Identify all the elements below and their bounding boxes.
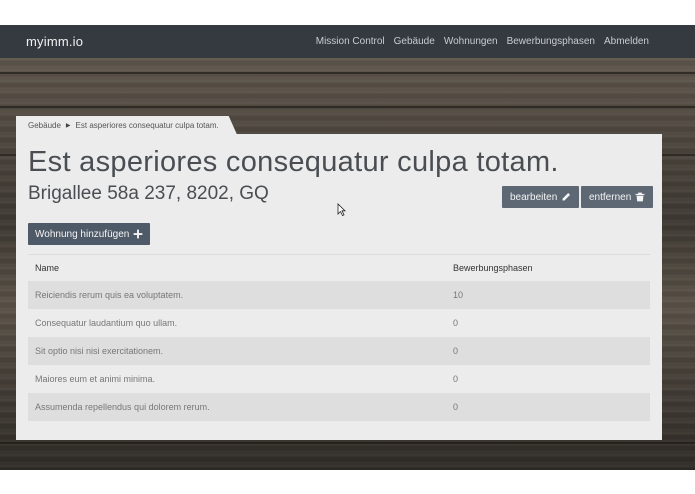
table-row[interactable]: Reiciendis rerum quis ea voluptatem. 10	[28, 281, 650, 309]
plank-seam	[0, 442, 695, 444]
plank-seam	[0, 72, 695, 74]
edit-button[interactable]: bearbeiten	[502, 186, 580, 208]
brand-logo[interactable]: myimm.io	[26, 34, 83, 49]
nav-links: Mission Control Gebäude Wohnungen Bewerb…	[316, 36, 649, 47]
nav-link-bewerbungsphasen[interactable]: Bewerbungsphasen	[507, 36, 595, 47]
apartment-name[interactable]: Maiores eum et animi minima.	[28, 374, 446, 384]
apartment-phase-count: 0	[453, 402, 459, 412]
nav-link-abmelden[interactable]: Abmelden	[604, 36, 649, 47]
trash-icon	[635, 192, 645, 202]
building-address: Brigallee 58a 237, 8202, GQ	[28, 183, 269, 204]
caret-right-icon: ▶	[65, 122, 71, 129]
table-row[interactable]: Assumenda repellendus qui dolorem rerum.…	[28, 393, 650, 421]
column-header-name[interactable]: Name	[28, 263, 446, 273]
plus-icon	[133, 229, 143, 239]
apartment-name[interactable]: Sit optio nisi nisi exercitationem.	[28, 346, 446, 356]
apartment-name[interactable]: Reiciendis rerum quis ea voluptatem.	[28, 290, 446, 300]
apartment-phase-count: 0	[453, 374, 459, 384]
pencil-icon	[562, 192, 571, 201]
remove-button-label: entfernen	[589, 191, 632, 203]
edit-button-label: bearbeiten	[510, 191, 558, 203]
nav-link-gebaeude[interactable]: Gebäude	[394, 36, 435, 47]
page-title: Est asperiores consequatur culpa totam.	[28, 146, 559, 178]
apartments-table: Name Bewerbungsphasen Reiciendis rerum q…	[28, 254, 650, 421]
breadcrumb: Gebäude ▶ Est asperiores consequatur cul…	[16, 116, 237, 134]
table-header: Name Bewerbungsphasen	[28, 254, 650, 281]
add-apartment-button-label: Wohnung hinzufügen	[35, 228, 130, 240]
top-navbar: myimm.io Mission Control Gebäude Wohnung…	[0, 25, 695, 58]
apartment-phase-count: 10	[453, 290, 464, 300]
breadcrumb-parent[interactable]: Gebäude	[28, 121, 61, 130]
apartment-name[interactable]: Consequatur laudantium quo ullam.	[28, 318, 446, 328]
mouse-cursor-icon	[337, 203, 346, 216]
breadcrumb-current: Est asperiores consequatur culpa totam.	[75, 120, 219, 130]
remove-button[interactable]: entfernen	[581, 186, 654, 208]
add-apartment-button[interactable]: Wohnung hinzufügen	[28, 223, 151, 245]
nav-link-mission-control[interactable]: Mission Control	[316, 36, 385, 47]
apartment-phase-count: 0	[453, 346, 459, 356]
apartment-phase-count: 0	[453, 318, 459, 328]
building-detail-card: Est asperiores consequatur culpa totam. …	[16, 134, 662, 440]
plank-seam	[0, 106, 695, 108]
table-row[interactable]: Sit optio nisi nisi exercitationem. 0	[28, 337, 650, 365]
apartment-name[interactable]: Assumenda repellendus qui dolorem rerum.	[28, 402, 446, 412]
nav-link-wohnungen[interactable]: Wohnungen	[444, 36, 498, 47]
column-header-phases[interactable]: Bewerbungsphasen	[446, 263, 650, 273]
table-row[interactable]: Maiores eum et animi minima. 0	[28, 365, 650, 393]
table-row[interactable]: Consequatur laudantium quo ullam. 0	[28, 309, 650, 337]
